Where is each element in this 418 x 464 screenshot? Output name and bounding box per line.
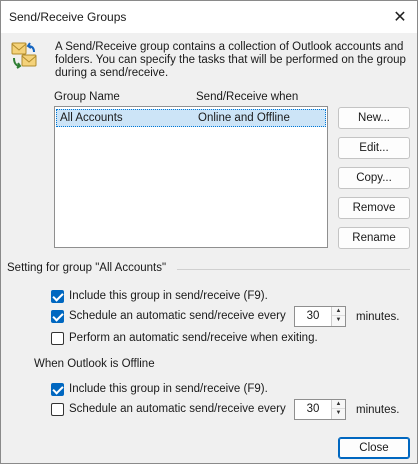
minutes-label: minutes.	[356, 311, 400, 323]
group-divider	[177, 269, 410, 270]
offline-schedule-send-receive-checkbox[interactable]	[51, 402, 64, 416]
include-in-send-receive-label: Include this group in send/receive (F9).	[69, 290, 268, 302]
column-header-send-receive-when: Send/Receive when	[196, 91, 299, 103]
send-receive-on-exit-row[interactable]: Perform an automatic send/receive when e…	[51, 330, 318, 346]
spin-down-icon[interactable]: ▼	[332, 316, 345, 325]
spin-up-icon[interactable]: ▲	[332, 307, 345, 316]
offline-schedule-send-receive-label: Schedule an automatic send/receive every	[69, 403, 286, 415]
title-bar: Send/Receive Groups ✕	[1, 1, 417, 33]
send-receive-when-cell: Online and Offline	[198, 112, 290, 124]
send-receive-on-exit-checkbox[interactable]	[51, 331, 64, 345]
close-button[interactable]: Close	[338, 437, 410, 459]
offline-schedule-minutes-stepper[interactable]: 30 ▲ ▼	[294, 399, 346, 420]
send-receive-groups-icon	[11, 42, 37, 69]
send-receive-groups-dialog: Send/Receive Groups ✕ A Send/Receive gro…	[0, 0, 418, 464]
offline-schedule-send-receive-row[interactable]: Schedule an automatic send/receive every	[51, 401, 286, 417]
stepper-arrows: ▲ ▼	[331, 400, 345, 419]
schedule-send-receive-row[interactable]: Schedule an automatic send/receive every	[51, 308, 286, 324]
offline-minutes-label: minutes.	[356, 404, 400, 416]
copy-button[interactable]: Copy...	[338, 167, 410, 189]
close-icon: ✕	[393, 9, 407, 26]
group-settings-label: Setting for group "All Accounts"	[7, 262, 172, 274]
spin-down-icon[interactable]: ▼	[332, 409, 345, 418]
spin-up-icon[interactable]: ▲	[332, 400, 345, 409]
offline-schedule-minutes-value[interactable]: 30	[295, 403, 331, 415]
new-button[interactable]: New...	[338, 107, 410, 129]
edit-button[interactable]: Edit...	[338, 137, 410, 159]
send-receive-on-exit-label: Perform an automatic send/receive when e…	[69, 332, 318, 344]
window-title: Send/Receive Groups	[9, 10, 127, 24]
schedule-minutes-value[interactable]: 30	[295, 310, 331, 322]
group-name-cell: All Accounts	[60, 112, 123, 124]
close-window-button[interactable]: ✕	[383, 1, 417, 33]
list-item[interactable]: All Accounts Online and Offline	[56, 109, 326, 127]
dialog-description: A Send/Receive group contains a collecti…	[55, 41, 406, 79]
offline-include-in-send-receive-label: Include this group in send/receive (F9).	[69, 383, 268, 395]
column-header-group-name: Group Name	[54, 91, 120, 103]
remove-button[interactable]: Remove	[338, 197, 410, 219]
schedule-send-receive-checkbox[interactable]	[51, 309, 64, 323]
include-in-send-receive-checkbox[interactable]	[51, 289, 64, 303]
schedule-send-receive-label: Schedule an automatic send/receive every	[69, 310, 286, 322]
schedule-minutes-stepper[interactable]: 30 ▲ ▼	[294, 306, 346, 327]
offline-include-in-send-receive-checkbox[interactable]	[51, 382, 64, 396]
offline-include-in-send-receive-row[interactable]: Include this group in send/receive (F9).	[51, 381, 268, 397]
rename-button[interactable]: Rename	[338, 227, 410, 249]
offline-section-label: When Outlook is Offline	[34, 358, 155, 370]
stepper-arrows: ▲ ▼	[331, 307, 345, 326]
groups-listbox[interactable]: All Accounts Online and Offline	[54, 106, 328, 248]
include-in-send-receive-row[interactable]: Include this group in send/receive (F9).	[51, 288, 268, 304]
